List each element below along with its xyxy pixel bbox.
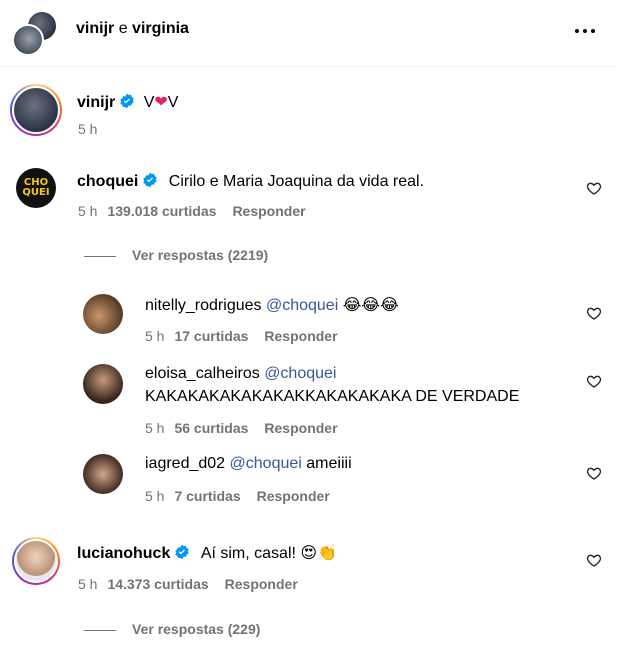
caption-time: 5 h: [78, 121, 98, 137]
post-caption: vinijr V❤V 5 h: [0, 84, 615, 144]
reply-line: iagred_d02 @choquei ameiiii: [145, 455, 352, 473]
post-header: vinijr e virginia: [0, 0, 615, 67]
comment-text: Cirilo e Maria Joaquina da vida real.: [168, 173, 425, 190]
caption-text-left: V: [143, 94, 155, 111]
avatar[interactable]: [12, 86, 60, 134]
reply-meta: 5 h 17 curtidas Responder: [145, 328, 338, 344]
heart-eyes-clap-emoji: 😍👏: [300, 545, 338, 562]
avatar-choquei[interactable]: CHO QUEI: [16, 168, 56, 208]
comment: lucianohuck Aí sim, casal! 😍👏 5 h 14.373 …: [0, 535, 615, 645]
reply-button[interactable]: Responder: [232, 203, 305, 219]
avatar-iagred[interactable]: [83, 454, 123, 494]
view-replies-label[interactable]: Ver respostas (229): [132, 621, 260, 637]
reply-button[interactable]: Responder: [264, 328, 337, 344]
reply-meta: 5 h 7 curtidas Responder: [145, 488, 330, 504]
mention-link[interactable]: @choquei: [266, 297, 338, 314]
comment-username[interactable]: lucianohuck: [77, 545, 170, 562]
comment-likes[interactable]: 14.373 curtidas: [107, 576, 208, 592]
comment: CHO QUEI choquei Cirilo e Maria Joaquina …: [0, 164, 615, 274]
avatar-story-ring[interactable]: [12, 537, 60, 585]
verified-badge-icon: [175, 544, 190, 560]
caption-text-right: V: [167, 94, 179, 111]
reply-likes[interactable]: 7 curtidas: [174, 488, 240, 504]
comment-line: choquei Cirilo e Maria Joaquina da vida …: [77, 172, 424, 191]
mention-link[interactable]: @choquei: [264, 365, 336, 382]
collab-title: vinijr e virginia: [76, 20, 189, 38]
comment-username[interactable]: choquei: [77, 173, 138, 190]
mention-link[interactable]: @choquei: [230, 455, 302, 472]
comment-text: Aí sim, casal!: [200, 545, 296, 562]
comment-time: 5 h: [78, 576, 98, 592]
like-heart-icon[interactable]: [586, 465, 602, 481]
verified-badge-icon: [120, 93, 134, 109]
reply-username[interactable]: nitelly_rodrigues: [145, 297, 262, 314]
view-replies-label[interactable]: Ver respostas (2219): [132, 247, 268, 263]
reply-likes[interactable]: 56 curtidas: [174, 420, 248, 436]
avatar-lucianohuck[interactable]: [14, 539, 58, 583]
comment-likes[interactable]: 139.018 curtidas: [107, 203, 216, 219]
laughing-emoji: 😂😂😂: [342, 297, 399, 314]
reply-time: 5 h: [145, 488, 165, 504]
verified-badge-icon: [143, 172, 158, 188]
reply-likes[interactable]: 17 curtidas: [174, 328, 248, 344]
reply-text: ameiiii: [306, 455, 352, 472]
comment-time: 5 h: [78, 203, 98, 219]
reply-button[interactable]: Responder: [225, 576, 298, 592]
divider-line: [84, 255, 116, 257]
like-heart-icon[interactable]: [586, 180, 602, 196]
like-heart-icon[interactable]: [586, 552, 602, 568]
reply-text: KAKAKAKAKAKAKAKKAKAKAKAKA DE VERDADE: [145, 388, 520, 405]
divider-line: [84, 629, 116, 631]
reply-comment: nitelly_rodrigues @choquei 😂😂😂 5 h 17 cur…: [0, 290, 615, 350]
comment-meta: 5 h 139.018 curtidas Responder: [78, 203, 306, 219]
avatar-vinijr[interactable]: [12, 24, 44, 56]
view-replies-button[interactable]: Ver respostas (2219): [84, 247, 268, 263]
reply-button[interactable]: Responder: [264, 420, 337, 436]
heart-emoji: ❤: [154, 94, 168, 111]
caption-line: vinijr V❤V: [77, 92, 178, 112]
reply-comment: iagred_d02 @choquei ameiiii 5 h 7 curtida…: [0, 450, 615, 510]
header-user-virginia[interactable]: virginia: [132, 20, 189, 37]
comment-meta: 5 h 14.373 curtidas Responder: [78, 576, 298, 592]
reply-button[interactable]: Responder: [257, 488, 330, 504]
reply-time: 5 h: [145, 328, 165, 344]
reply-line: eloisa_calheiros @choquei: [145, 365, 336, 383]
reply-username[interactable]: iagred_d02: [145, 455, 225, 472]
reply-comment: eloisa_calheiros @choquei KAKAKAKAKAKAKA…: [0, 360, 615, 440]
like-heart-icon[interactable]: [586, 373, 602, 389]
avatar-nitelly[interactable]: [83, 294, 123, 334]
reply-time: 5 h: [145, 420, 165, 436]
reply-meta: 5 h 56 curtidas Responder: [145, 420, 338, 436]
more-horizontal-icon[interactable]: [572, 20, 598, 42]
collab-avatars[interactable]: [12, 10, 58, 56]
view-replies-button[interactable]: Ver respostas (229): [84, 621, 260, 637]
comment-line: lucianohuck Aí sim, casal! 😍👏: [77, 543, 337, 563]
header-user-vinijr[interactable]: vinijr: [76, 20, 114, 37]
avatar-story-ring[interactable]: [10, 84, 62, 136]
caption-username[interactable]: vinijr: [77, 94, 115, 111]
avatar-eloisa[interactable]: [83, 364, 123, 404]
reply-username[interactable]: eloisa_calheiros: [145, 365, 260, 382]
like-heart-icon[interactable]: [586, 305, 602, 321]
header-connector: e: [118, 20, 128, 37]
reply-line: nitelly_rodrigues @choquei 😂😂😂: [145, 295, 399, 315]
